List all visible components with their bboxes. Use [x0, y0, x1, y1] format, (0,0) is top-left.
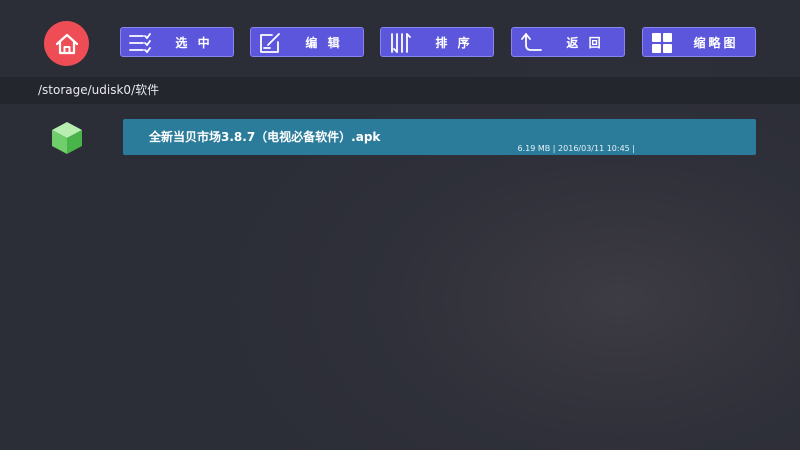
select-list-icon [129, 33, 151, 54]
file-meta: 6.19 MB | 2016/03/11 10:45 | [517, 144, 635, 153]
edit-button-label: 编 辑 [305, 35, 343, 50]
home-icon [55, 33, 78, 54]
select-button[interactable]: 选 中 [120, 27, 234, 57]
edit-button[interactable]: 编 辑 [250, 27, 364, 57]
back-button-label: 返 回 [566, 35, 604, 50]
edit-icon [260, 33, 280, 53]
toolbar: 选 中 编 辑 排 序 返 回 缩略图 [0, 0, 800, 80]
select-button-label: 选 中 [175, 35, 213, 50]
file-row[interactable]: 全新当贝市场3.8.7（电视必备软件）.apk 6.19 MB | 2016/0… [123, 119, 756, 155]
back-button[interactable]: 返 回 [511, 27, 625, 57]
thumbnail-button[interactable]: 缩略图 [642, 27, 756, 57]
thumbnail-grid-icon [652, 33, 672, 53]
apk-package-icon [52, 122, 82, 154]
sort-button[interactable]: 排 序 [380, 27, 494, 57]
path-bar: /storage/udisk0/软件 [0, 77, 800, 104]
thumbnail-button-label: 缩略图 [693, 35, 739, 50]
home-button[interactable] [44, 21, 89, 66]
current-path: /storage/udisk0/软件 [38, 83, 160, 97]
sort-icon [391, 33, 411, 53]
file-name: 全新当贝市场3.8.7（电视必备软件）.apk [149, 130, 381, 144]
back-arrow-icon [521, 33, 542, 51]
sort-button-label: 排 序 [435, 35, 473, 50]
